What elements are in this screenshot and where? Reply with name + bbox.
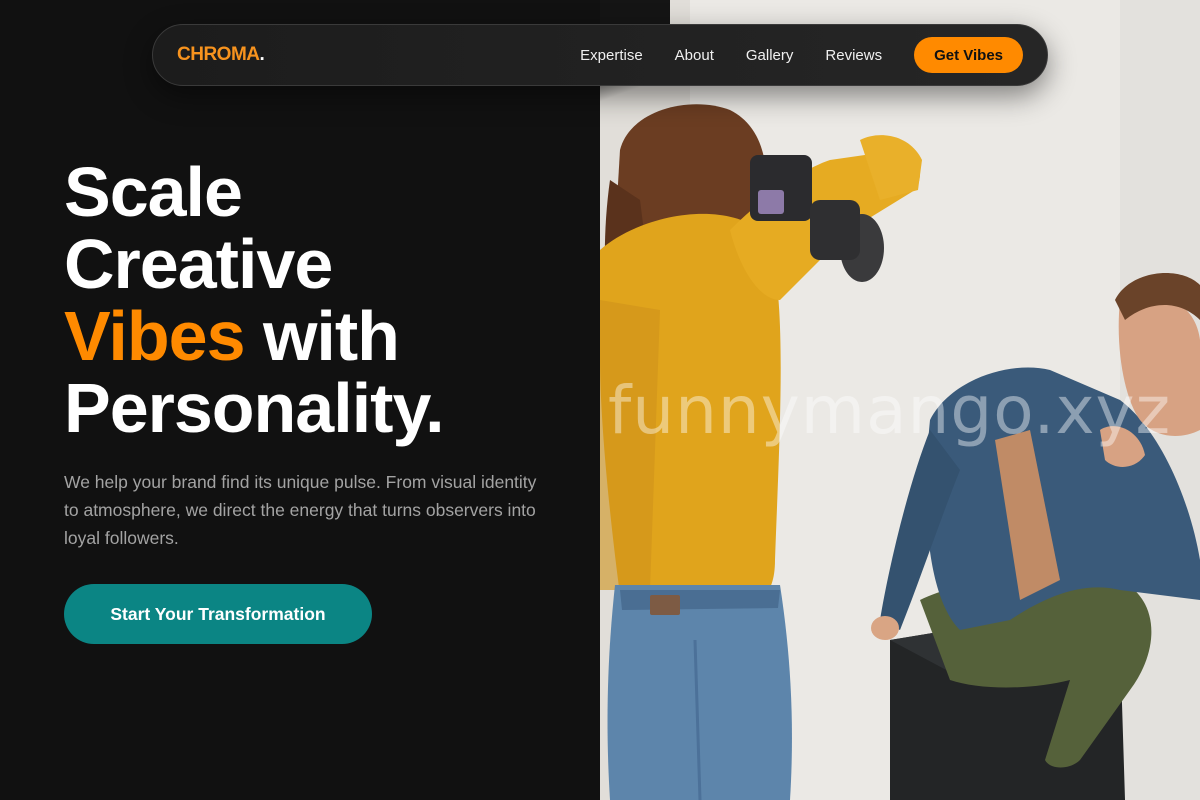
image-watermark: funnymango.xyz xyxy=(608,372,1172,449)
logo-dot: . xyxy=(259,44,265,65)
get-vibes-button[interactable]: Get Vibes xyxy=(914,37,1023,73)
brand-logo[interactable]: CHROMA. xyxy=(177,44,265,66)
headline-line-1: Scale xyxy=(64,153,243,231)
headline-line-2: Creative xyxy=(64,225,333,303)
hero-headline: Scale Creative Vibes with Personality. xyxy=(64,153,445,447)
nav-links: Expertise About Gallery Reviews Get Vibe… xyxy=(548,37,1023,73)
logo-text: CHROMA xyxy=(177,44,260,65)
headline-accent-word: Vibes xyxy=(64,297,245,375)
headline-line-3-rest: with xyxy=(244,297,400,375)
hero-image: funnymango.xyz xyxy=(600,0,1200,800)
start-transformation-button[interactable]: Start Your Transformation xyxy=(64,584,372,644)
headline-line-3: Vibes with xyxy=(64,300,444,372)
nav-link-about[interactable]: About xyxy=(675,47,714,64)
hero-subtitle: We help your brand find its unique pulse… xyxy=(64,472,537,548)
top-nav: CHROMA. Expertise About Gallery Reviews … xyxy=(152,24,1048,86)
nav-link-gallery[interactable]: Gallery xyxy=(746,47,794,64)
nav-link-expertise[interactable]: Expertise xyxy=(580,47,643,64)
nav-link-reviews[interactable]: Reviews xyxy=(825,47,882,64)
headline-line-4: Personality. xyxy=(64,369,445,447)
